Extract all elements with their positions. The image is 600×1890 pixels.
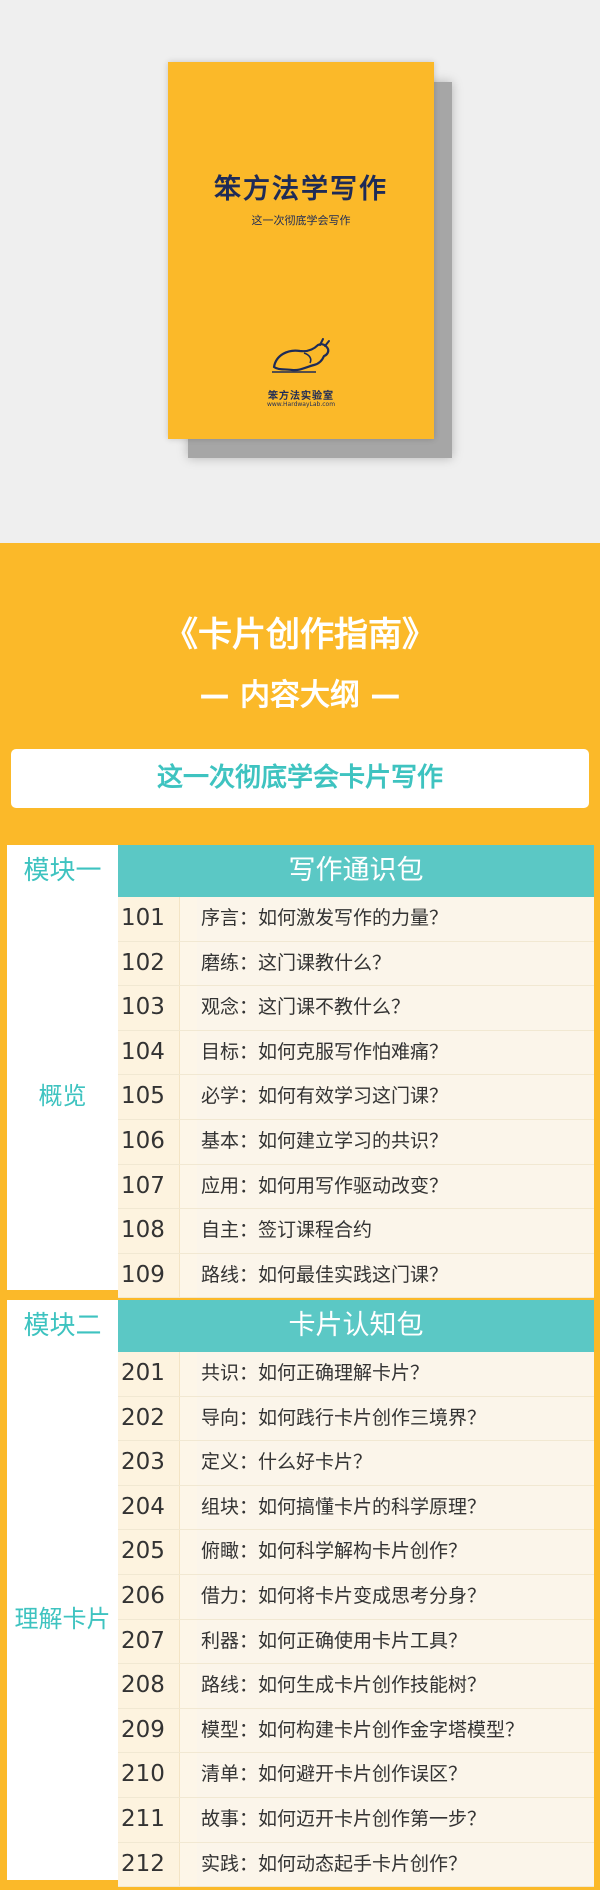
lesson-row[interactable]: 210 清单：如何避开卡片创作误区？ — [118, 1753, 594, 1798]
lesson-row[interactable]: 208 路线：如何生成卡片创作技能树？ — [118, 1664, 594, 1709]
lesson-number: 205 — [118, 1530, 180, 1574]
lesson-title: 必学：如何有效学习这门课？ — [197, 1075, 594, 1119]
lesson-title: 清单：如何避开卡片创作误区？ — [197, 1753, 594, 1797]
ox-logo-icon — [272, 338, 330, 373]
lesson-number: 211 — [118, 1797, 180, 1842]
lesson-row[interactable]: 103 观念：这门课不教什么？ — [118, 986, 594, 1031]
module-header: 模块二 卡片认知包 — [7, 1300, 594, 1352]
module-2: 模块二 卡片认知包 理解卡片 201 共识：如何正确理解卡片？ 202 导向：如何践… — [7, 1300, 594, 1888]
lesson-list: 101 序言：如何激发写作的力量？ 102 磨练：这门课教什么？ 103 观念：这门课… — [118, 897, 594, 1299]
page-subtitle: — 内容大纲 — — [199, 678, 401, 713]
lesson-title: 磨练：这门课教什么？ — [197, 941, 594, 986]
lesson-row[interactable]: 202 导向：如何践行卡片创作三境界？ — [118, 1396, 594, 1442]
lesson-row[interactable]: 201 共识：如何正确理解卡片？ — [118, 1352, 594, 1397]
lesson-number: 209 — [118, 1708, 180, 1753]
lesson-title: 基本：如何建立学习的共识？ — [197, 1119, 594, 1164]
lesson-title: 故事：如何迈开卡片创作第一步？ — [197, 1797, 594, 1842]
lesson-row[interactable]: 203 定义：什么好卡片？ — [118, 1441, 594, 1486]
lesson-title: 导向：如何践行卡片创作三境界？ — [197, 1396, 594, 1441]
lesson-number: 102 — [118, 941, 180, 986]
module-category: 理解卡片 — [7, 1352, 118, 1880]
lesson-list: 201 共识：如何正确理解卡片？ 202 导向：如何践行卡片创作三境界？ 203 定义… — [118, 1352, 594, 1888]
lesson-row[interactable]: 104 目标：如何克服写作怕难痛？ — [118, 1030, 594, 1076]
lesson-title: 序言：如何激发写作的力量？ — [197, 897, 594, 941]
lesson-title: 定义：什么好卡片？ — [197, 1441, 594, 1485]
lesson-number: 212 — [118, 1842, 180, 1887]
module-label: 模块二 — [7, 1300, 118, 1352]
module-label: 模块一 — [7, 845, 118, 897]
module-1: 模块一 写作通识包 概览 101 序言：如何激发写作的力量？ 102 磨练：这门课教… — [7, 845, 594, 1299]
lesson-number: 210 — [118, 1753, 180, 1797]
lesson-number: 202 — [118, 1396, 180, 1441]
lesson-row[interactable]: 105 必学：如何有效学习这门课？ — [118, 1075, 594, 1120]
module-category: 概览 — [7, 897, 118, 1290]
lesson-title: 目标：如何克服写作怕难痛？ — [197, 1030, 594, 1075]
lesson-title: 应用：如何用写作驱动改变？ — [197, 1164, 594, 1209]
lesson-row[interactable]: 205 俯瞰：如何科学解构卡片创作？ — [118, 1530, 594, 1575]
lesson-number: 105 — [118, 1075, 180, 1119]
lesson-title: 模型：如何构建卡片创作金字塔模型？ — [197, 1708, 594, 1753]
lesson-row[interactable]: 212 实践：如何动态起手卡片创作？ — [118, 1842, 594, 1888]
lesson-number: 109 — [118, 1253, 180, 1298]
lesson-title: 利器：如何正确使用卡片工具？ — [197, 1619, 594, 1664]
lesson-title: 路线：如何最佳实践这门课？ — [197, 1253, 594, 1298]
lesson-number: 104 — [118, 1030, 180, 1075]
lesson-title: 俯瞰：如何科学解构卡片创作？ — [197, 1530, 594, 1574]
lesson-number: 206 — [118, 1574, 180, 1619]
lesson-number: 108 — [118, 1209, 180, 1253]
lesson-number: 204 — [118, 1485, 180, 1530]
lesson-title: 共识：如何正确理解卡片？ — [197, 1352, 594, 1396]
lesson-title: 观念：这门课不教什么？ — [197, 986, 594, 1030]
lesson-row[interactable]: 106 基本：如何建立学习的共识？ — [118, 1119, 594, 1165]
lesson-row[interactable]: 107 应用：如何用写作驱动改变？ — [118, 1164, 594, 1210]
cover-area: 笨方法学写作 这一次彻底学会写作 笨方法实验室 www.HardwayLab.c… — [0, 0, 600, 543]
module-header: 模块一 写作通识包 — [7, 845, 594, 897]
lesson-title: 组块：如何搞懂卡片的科学原理？ — [197, 1485, 594, 1530]
lesson-number: 207 — [118, 1619, 180, 1664]
book-title: 笨方法学写作 — [214, 174, 388, 205]
lesson-row[interactable]: 207 利器：如何正确使用卡片工具？ — [118, 1619, 594, 1665]
lesson-number: 201 — [118, 1352, 180, 1396]
lesson-row[interactable]: 109 路线：如何最佳实践这门课？ — [118, 1253, 594, 1299]
lesson-title: 借力：如何将卡片变成思考分身？ — [197, 1574, 594, 1619]
lesson-number: 103 — [118, 986, 180, 1030]
lesson-number: 208 — [118, 1664, 180, 1708]
book-publisher: 笨方法实验室 — [268, 391, 334, 402]
lesson-row[interactable]: 108 自主：签订课程合约 — [118, 1209, 594, 1254]
lesson-title: 自主：签订课程合约 — [197, 1209, 594, 1253]
lesson-number: 101 — [118, 897, 180, 941]
page-title: 《卡片创作指南》 — [164, 615, 436, 655]
lesson-number: 106 — [118, 1119, 180, 1164]
tagline-banner: 这一次彻底学会卡片写作 — [11, 749, 589, 808]
book-publisher-url: www.HardwayLab.com — [266, 401, 336, 408]
lesson-row[interactable]: 209 模型：如何构建卡片创作金字塔模型？ — [118, 1708, 594, 1754]
module-name: 卡片认知包 — [118, 1300, 594, 1352]
lesson-row[interactable]: 101 序言：如何激发写作的力量？ — [118, 897, 594, 942]
lesson-row[interactable]: 102 磨练：这门课教什么？ — [118, 941, 594, 987]
lesson-row[interactable]: 206 借力：如何将卡片变成思考分身？ — [118, 1574, 594, 1620]
book-subtitle: 这一次彻底学会写作 — [251, 214, 351, 227]
module-name: 写作通识包 — [118, 845, 594, 897]
lesson-row[interactable]: 211 故事：如何迈开卡片创作第一步？ — [118, 1797, 594, 1843]
book-cover: 笨方法学写作 这一次彻底学会写作 笨方法实验室 www.HardwayLab.c… — [168, 62, 434, 439]
lesson-title: 路线：如何生成卡片创作技能树？ — [197, 1664, 594, 1708]
lesson-title: 实践：如何动态起手卡片创作？ — [197, 1842, 594, 1887]
lesson-row[interactable]: 204 组块：如何搞懂卡片的科学原理？ — [118, 1485, 594, 1531]
lesson-number: 203 — [118, 1441, 180, 1485]
lesson-number: 107 — [118, 1164, 180, 1209]
